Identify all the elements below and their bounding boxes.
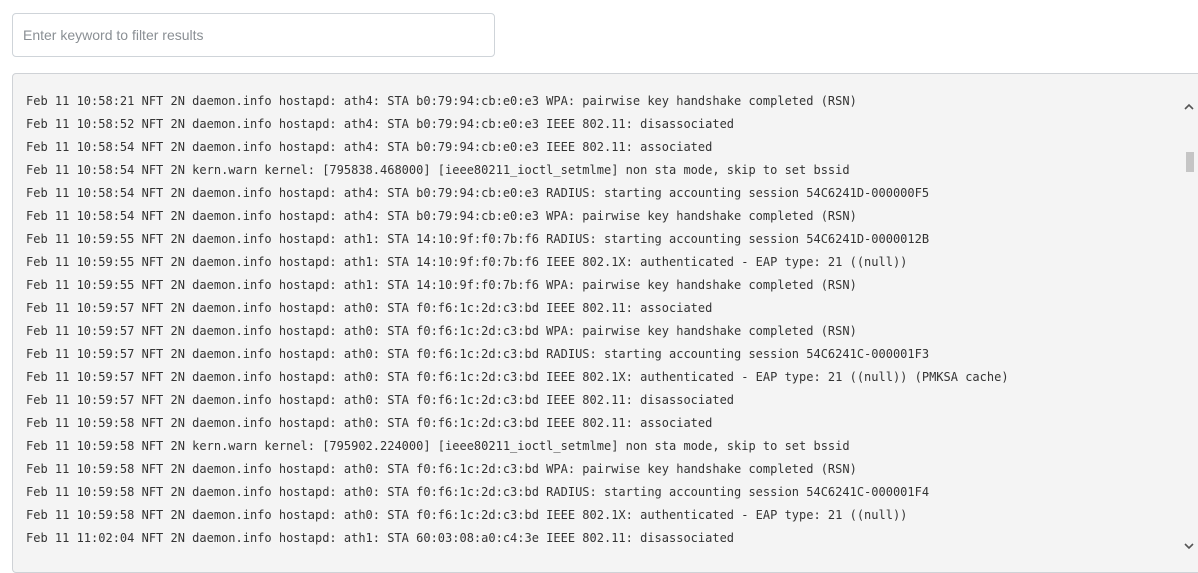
log-line: Feb 11 10:59:55 NFT 2N daemon.info hosta… — [26, 255, 908, 269]
log-line: Feb 11 10:58:52 NFT 2N daemon.info hosta… — [26, 117, 735, 131]
chevron-down-icon[interactable] — [1184, 541, 1194, 551]
chevron-up-icon[interactable] — [1184, 102, 1194, 112]
log-line: Feb 11 10:59:57 NFT 2N daemon.info hosta… — [26, 301, 713, 315]
log-line: Feb 11 10:58:54 NFT 2N kern.warn kernel:… — [26, 163, 850, 177]
log-output: Feb 11 10:58:21 NFT 2N daemon.info hosta… — [26, 90, 1176, 550]
log-line: Feb 11 10:59:58 NFT 2N daemon.info hosta… — [26, 462, 857, 476]
scrollbar-thumb[interactable] — [1186, 152, 1194, 172]
log-panel[interactable]: Feb 11 10:58:21 NFT 2N daemon.info hosta… — [12, 73, 1198, 573]
log-line: Feb 11 10:58:21 NFT 2N daemon.info hosta… — [26, 94, 857, 108]
log-line: Feb 11 10:59:58 NFT 2N daemon.info hosta… — [26, 485, 930, 499]
log-line: Feb 11 10:59:58 NFT 2N daemon.info hosta… — [26, 416, 713, 430]
log-line: Feb 11 10:58:54 NFT 2N daemon.info hosta… — [26, 186, 930, 200]
log-line: Feb 11 10:59:55 NFT 2N daemon.info hosta… — [26, 278, 857, 292]
log-line: Feb 11 10:59:55 NFT 2N daemon.info hosta… — [26, 232, 930, 246]
log-line: Feb 11 10:59:58 NFT 2N kern.warn kernel:… — [26, 439, 850, 453]
log-line: Feb 11 10:59:58 NFT 2N daemon.info hosta… — [26, 508, 908, 522]
log-line: Feb 11 10:59:57 NFT 2N daemon.info hosta… — [26, 393, 735, 407]
filter-input[interactable] — [12, 13, 495, 57]
log-line: Feb 11 10:58:54 NFT 2N daemon.info hosta… — [26, 209, 857, 223]
log-line: Feb 11 10:58:54 NFT 2N daemon.info hosta… — [26, 140, 713, 154]
log-line: Feb 11 10:59:57 NFT 2N daemon.info hosta… — [26, 347, 930, 361]
log-scrollbar[interactable] — [1181, 90, 1198, 572]
log-line: Feb 11 10:59:57 NFT 2N daemon.info hosta… — [26, 324, 857, 338]
log-line: Feb 11 10:59:57 NFT 2N daemon.info hosta… — [26, 370, 1009, 384]
log-line: Feb 11 11:02:04 NFT 2N daemon.info hosta… — [26, 531, 735, 545]
filter-field-container — [12, 13, 495, 57]
